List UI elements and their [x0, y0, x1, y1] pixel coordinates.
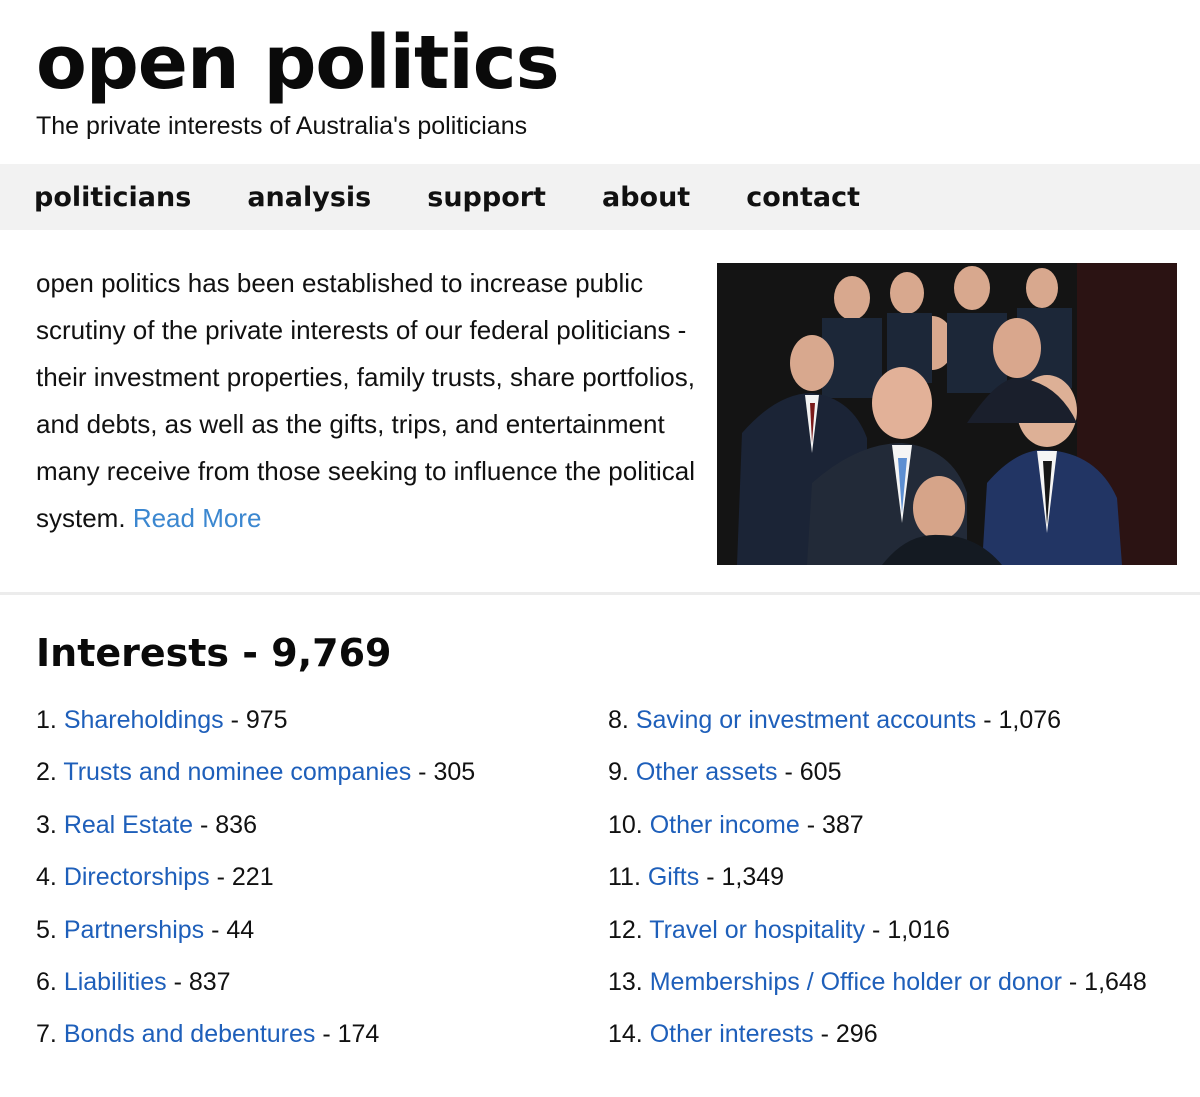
interest-link[interactable]: Directorships	[64, 863, 210, 891]
read-more-link[interactable]: Read More	[133, 503, 262, 533]
interests-list-left: 1. Shareholdings - 975 2. Trusts and nom…	[36, 705, 608, 1072]
politicians-photo	[717, 263, 1177, 565]
item-count: 975	[245, 706, 288, 734]
intro-text: open politics has been established to in…	[36, 268, 696, 533]
item-count: 296	[835, 1020, 878, 1049]
list-item: 11. Gifts - 1,349	[608, 863, 785, 892]
item-number: 11.	[608, 863, 641, 892]
interest-link[interactable]: Other assets	[636, 758, 778, 786]
interest-link[interactable]: Shareholdings	[64, 706, 224, 734]
list-item: 7. Bonds and debentures - 174	[36, 1020, 380, 1049]
item-count: 836	[215, 810, 257, 839]
item-count: 1,076	[998, 706, 1062, 734]
interest-link[interactable]: Trusts and nominee companies	[63, 758, 411, 786]
list-item: 2. Trusts and nominee companies - 305	[36, 758, 476, 787]
item-number: 3.	[36, 810, 57, 839]
interest-link[interactable]: Liabilities	[64, 968, 167, 996]
list-item: 3. Real Estate - 836	[36, 810, 257, 839]
item-number: 8.	[608, 706, 629, 734]
item-number: 14.	[608, 1020, 643, 1049]
interest-link[interactable]: Travel or hospitality	[649, 916, 865, 944]
interests-heading: Interests - 9,769	[36, 631, 392, 675]
item-count: 837	[188, 967, 231, 996]
item-number: 4.	[36, 863, 57, 892]
list-item: 10. Other income - 387	[608, 810, 864, 839]
list-item: 5. Partnerships - 44	[36, 915, 255, 944]
politicians-photo-illustration	[717, 263, 1177, 565]
item-count: 605	[799, 758, 842, 787]
list-item: 4. Directorships - 221	[36, 863, 274, 892]
interest-link[interactable]: Memberships / Office holder or donor	[650, 968, 1062, 996]
list-item: 1. Shareholdings - 975	[36, 706, 288, 734]
list-item: 9. Other assets - 605	[608, 758, 842, 787]
item-number: 9.	[608, 758, 629, 787]
item-number: 6.	[36, 967, 57, 996]
nav-about[interactable]: about	[602, 182, 690, 213]
site-title[interactable]: open politics	[36, 18, 1164, 108]
item-number: 2.	[36, 758, 57, 787]
list-item: 12. Travel or hospitality - 1,016	[608, 915, 950, 944]
item-number: 1.	[36, 706, 57, 734]
interest-link[interactable]: Saving or investment accounts	[636, 706, 976, 734]
main-nav: politicians analysis support about conta…	[0, 164, 1200, 230]
interests-columns: 1. Shareholdings - 975 2. Trusts and nom…	[36, 705, 1164, 1072]
item-number: 12.	[608, 915, 643, 944]
interests-list-right: 8. Saving or investment accounts - 1,076…	[608, 705, 1147, 1072]
item-count: 174	[337, 1020, 380, 1049]
list-item: 6. Liabilities - 837	[36, 967, 231, 996]
interest-link[interactable]: Gifts	[648, 863, 699, 891]
site-tagline: The private interests of Australia's pol…	[36, 112, 528, 140]
list-item: 14. Other interests - 296	[608, 1020, 878, 1049]
item-number: 13.	[608, 967, 643, 996]
nav-contact[interactable]: contact	[746, 182, 860, 213]
interest-link[interactable]: Other income	[650, 811, 800, 839]
intro-paragraph: open politics has been established to in…	[36, 260, 696, 542]
interests-section: Interests - 9,769 1. Shareholdings - 975…	[0, 595, 1200, 1072]
nav-support[interactable]: support	[427, 182, 546, 213]
intro-section: open politics has been established to in…	[0, 230, 1200, 595]
interest-link[interactable]: Real Estate	[64, 811, 193, 839]
item-number: 5.	[36, 915, 57, 944]
item-count: 221	[231, 863, 274, 892]
item-count: 387	[822, 810, 864, 839]
item-count: 44	[226, 915, 255, 944]
interest-link[interactable]: Other interests	[650, 1020, 814, 1048]
item-count: 1,349	[721, 863, 785, 892]
item-count: 305	[433, 758, 476, 787]
list-item: 13. Memberships / Office holder or donor…	[608, 967, 1147, 996]
site-header: open politics The private interests of A…	[0, 0, 1200, 146]
item-count: 1,648	[1084, 967, 1147, 996]
item-number: 10.	[608, 810, 643, 839]
interest-link[interactable]: Bonds and debentures	[64, 1020, 316, 1048]
list-item: 8. Saving or investment accounts - 1,076	[608, 706, 1062, 734]
nav-politicians[interactable]: politicians	[34, 182, 191, 213]
nav-analysis[interactable]: analysis	[247, 182, 371, 213]
interest-link[interactable]: Partnerships	[64, 916, 204, 944]
item-number: 7.	[36, 1020, 57, 1049]
item-count: 1,016	[887, 915, 950, 944]
